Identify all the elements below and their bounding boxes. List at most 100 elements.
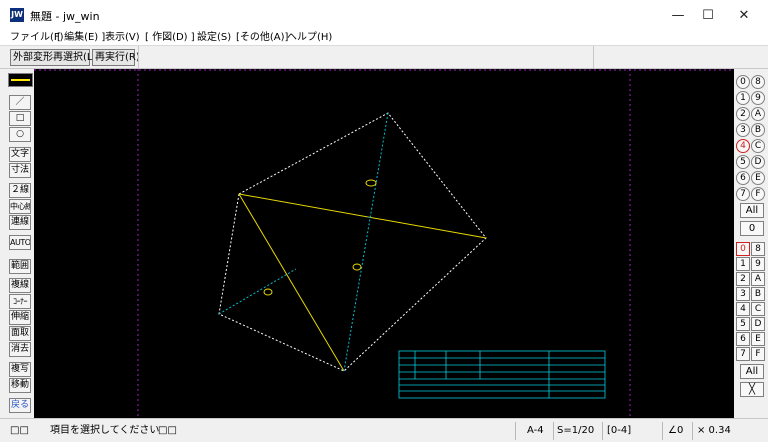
circle-marker[interactable]: [365, 179, 377, 187]
maximize-button[interactable]: ☐: [690, 0, 726, 31]
toolbar-divider: [593, 46, 594, 70]
layer-group-3[interactable]: 3: [736, 123, 750, 137]
layer-group-indicator[interactable]: [0-4]: [607, 424, 631, 438]
layer-group-all-button[interactable]: All: [740, 203, 764, 218]
layer-2[interactable]: 2: [736, 272, 750, 286]
layer-0[interactable]: 0: [736, 242, 750, 256]
circle-marker[interactable]: [263, 288, 273, 296]
layer-group-8[interactable]: 8: [751, 75, 765, 89]
layer-7[interactable]: 7: [736, 347, 750, 361]
move-tool-button[interactable]: 移動: [9, 378, 31, 393]
layer-8[interactable]: 8: [751, 242, 765, 256]
circle-tool-button[interactable]: ○: [9, 127, 31, 142]
area-table[interactable]: [398, 350, 606, 399]
menu-edit[interactable]: [ 編集(E) ]: [57, 31, 105, 45]
layer-e[interactable]: E: [751, 332, 765, 346]
stretch-tool-button[interactable]: 伸縮: [9, 310, 31, 325]
close-button[interactable]: ✕: [726, 0, 762, 31]
diagonal-line[interactable]: [238, 193, 487, 239]
status-mid-icons: □□: [158, 425, 177, 436]
layer-group-7[interactable]: 7: [736, 187, 750, 201]
status-divider: [553, 422, 554, 440]
left-tool-bar: ／ □ ○ 文字 寸法 ２線 中心線 連線 AUTO 範囲 複線 ｺｰﾅｰ 伸縮…: [0, 69, 34, 418]
layer-group-b[interactable]: B: [751, 123, 765, 137]
layer-f[interactable]: F: [751, 347, 765, 361]
dimension-line[interactable]: [218, 268, 297, 315]
reselect-external-button[interactable]: 外部変形再選択(L): [10, 49, 96, 66]
dimension-line[interactable]: [343, 112, 389, 372]
dimension-tool-button[interactable]: 寸法: [9, 163, 31, 178]
status-divider: [662, 422, 663, 440]
layer-1[interactable]: 1: [736, 257, 750, 271]
dimension-text: —: [366, 214, 372, 221]
layer-c[interactable]: C: [751, 302, 765, 316]
layer-5[interactable]: 5: [736, 317, 750, 331]
layer-group-a[interactable]: A: [751, 107, 765, 121]
auto-mode-button[interactable]: AUTO: [9, 235, 31, 250]
layer-3[interactable]: 3: [736, 287, 750, 301]
menu-settings[interactable]: 設定(S): [197, 31, 231, 45]
menu-bar: ファイル(F) [ 編集(E) ] 表示(V) [ 作図(D) ] 設定(S) …: [0, 31, 768, 45]
status-left-icons: □□: [10, 425, 29, 436]
zoom-indicator[interactable]: × 0.34: [697, 424, 731, 438]
drawing-svg[interactable]: —: [34, 69, 734, 418]
diagonal-line[interactable]: [238, 193, 345, 372]
window-title: 無題 - jw_win: [30, 10, 100, 23]
layer-group-5[interactable]: 5: [736, 155, 750, 169]
undo-button[interactable]: 戻る: [9, 398, 31, 413]
jw-app-icon[interactable]: JW: [10, 8, 24, 22]
erase-tool-button[interactable]: 消去: [9, 342, 31, 357]
status-bar: □□ 項目を選択してください □□ A-4 S=1/20 [0-4] ∠0 × …: [0, 418, 768, 442]
layer-panel: 0 8 1 9 2 A 3 B 4 C 5 D 6 E 7 F All 0 0 …: [734, 69, 768, 418]
center-line-tool-button[interactable]: 中心線: [9, 199, 31, 214]
duplicate-tool-button[interactable]: 複写: [9, 362, 31, 377]
layer-cross-button[interactable]: ╳: [740, 382, 764, 397]
double-line-tool-button[interactable]: ２線: [9, 183, 31, 198]
layer-group-c[interactable]: C: [751, 139, 765, 153]
layer-4[interactable]: 4: [736, 302, 750, 316]
layer-group-6[interactable]: 6: [736, 171, 750, 185]
layer-group-f[interactable]: F: [751, 187, 765, 201]
continuous-line-tool-button[interactable]: 連線: [9, 215, 31, 230]
status-divider: [602, 422, 603, 440]
polygon-outline[interactable]: [218, 112, 487, 372]
menu-other[interactable]: [その他(A)]: [236, 31, 288, 45]
menu-view[interactable]: 表示(V): [105, 31, 140, 45]
layer-group-1[interactable]: 1: [736, 91, 750, 105]
line-attribute-swatch[interactable]: [8, 73, 33, 87]
layer-group-0[interactable]: 0: [736, 75, 750, 89]
corner-tool-button[interactable]: ｺｰﾅｰ: [9, 294, 31, 309]
menu-draw[interactable]: [ 作図(D) ]: [145, 31, 195, 45]
layer-9[interactable]: 9: [751, 257, 765, 271]
toolbar: 外部変形再選択(L) 再実行(R): [0, 45, 768, 70]
status-divider: [515, 422, 516, 440]
angle-indicator[interactable]: ∠0: [668, 424, 683, 438]
layer-group-d[interactable]: D: [751, 155, 765, 169]
drawing-canvas[interactable]: —: [34, 69, 734, 418]
layer-group-e[interactable]: E: [751, 171, 765, 185]
circle-marker[interactable]: [352, 263, 362, 271]
layer-d[interactable]: D: [751, 317, 765, 331]
menu-help[interactable]: ヘルプ(H): [287, 31, 332, 45]
layer-b[interactable]: B: [751, 287, 765, 301]
layer-group-zero-button[interactable]: 0: [740, 221, 764, 236]
layer-group-4[interactable]: 4: [736, 139, 750, 153]
rerun-button[interactable]: 再実行(R): [92, 49, 140, 66]
line-tool-button[interactable]: ／: [9, 95, 31, 110]
layer-group-2[interactable]: 2: [736, 107, 750, 121]
status-divider: [692, 422, 693, 440]
copy-line-button[interactable]: 複線: [9, 278, 31, 293]
chamfer-tool-button[interactable]: 面取: [9, 326, 31, 341]
menu-file[interactable]: ファイル(F): [10, 31, 64, 45]
range-select-button[interactable]: 範囲: [9, 259, 31, 274]
layer-group-9[interactable]: 9: [751, 91, 765, 105]
layer-a[interactable]: A: [751, 272, 765, 286]
title-bar: JW 無題 - jw_win — ☐ ✕: [0, 0, 768, 31]
layer-6[interactable]: 6: [736, 332, 750, 346]
paper-size-indicator[interactable]: A-4: [527, 424, 544, 438]
layer-all-button[interactable]: All: [740, 364, 764, 379]
text-tool-button[interactable]: 文字: [9, 147, 31, 162]
scale-indicator[interactable]: S=1/20: [557, 424, 594, 438]
rect-tool-button[interactable]: □: [9, 111, 31, 126]
status-message: 項目を選択してください: [50, 425, 160, 436]
